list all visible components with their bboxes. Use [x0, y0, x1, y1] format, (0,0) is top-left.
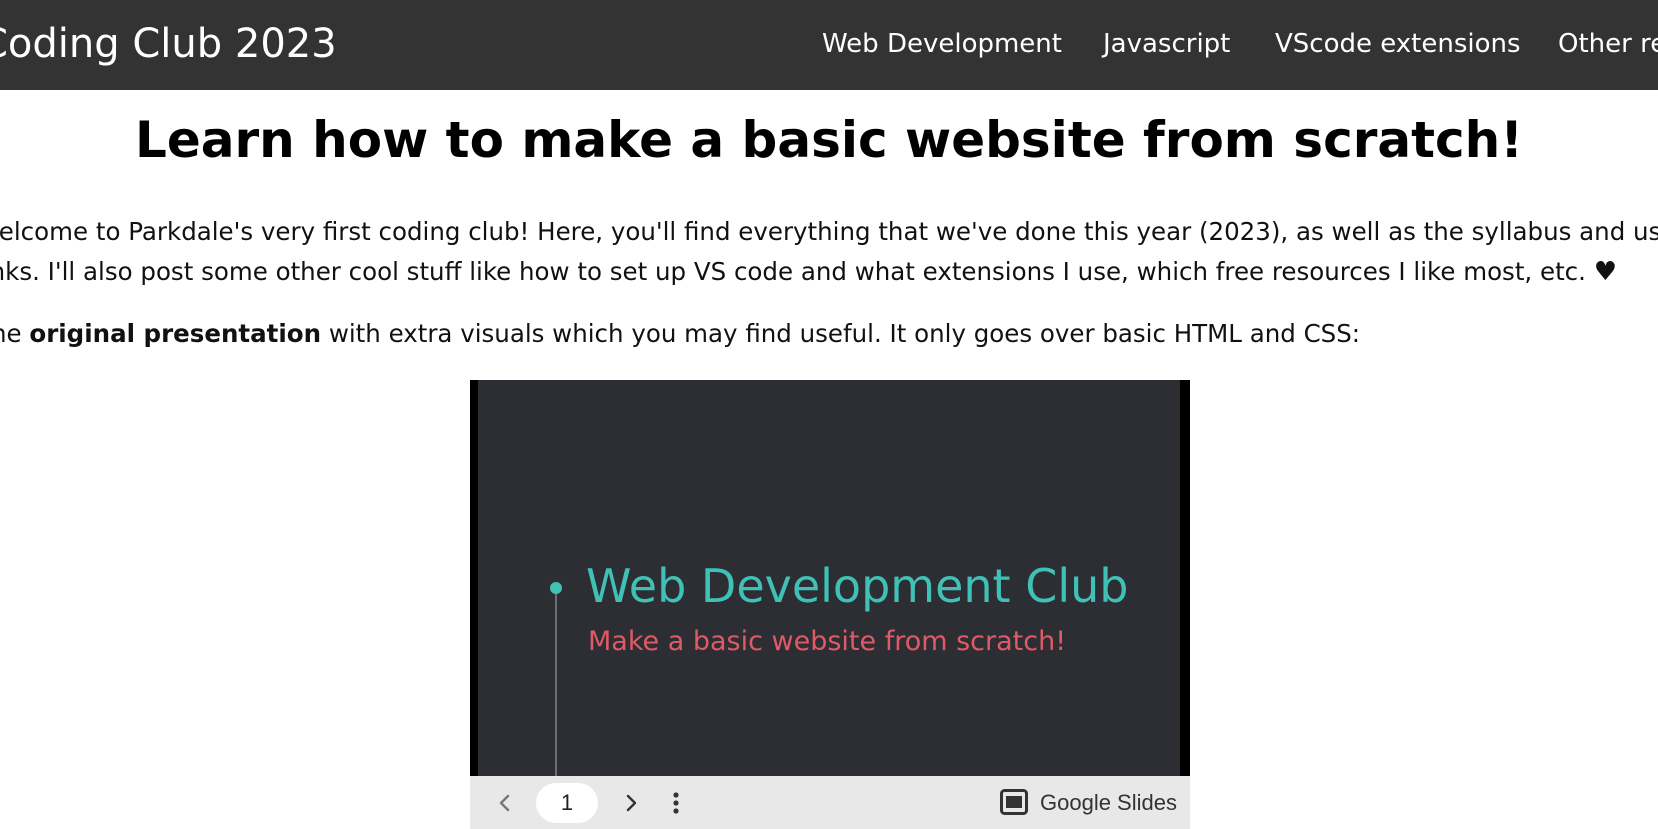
nav-link-vscode-extensions[interactable]: VScode extensions [1275, 26, 1521, 62]
slide-bullet-dot [550, 582, 562, 594]
presentation-bold-text: original presentation [29, 319, 322, 348]
google-slides-embed[interactable]: Web Development Club Make a basic websit… [470, 380, 1190, 829]
google-slides-label[interactable]: Google Slides [1040, 788, 1177, 818]
nav-link-javascript[interactable]: Javascript [1103, 26, 1230, 62]
chevron-right-icon[interactable] [616, 788, 646, 818]
slides-toolbar: 1 Google Slides [470, 776, 1190, 829]
slide-subtitle: Make a basic website from scratch! [588, 626, 1067, 657]
google-slides-icon[interactable] [1000, 789, 1028, 815]
nav-link-web-development[interactable]: Web Development [822, 26, 1062, 62]
slide-vertical-line [555, 594, 557, 776]
page-number-input[interactable]: 1 [536, 783, 598, 823]
nav-link-other-resources[interactable]: Other resources [1558, 26, 1658, 62]
page-title: Learn how to make a basic website from s… [134, 111, 1524, 169]
presentation-prefix: The [0, 319, 22, 348]
intro-line-2-text: links. I'll also post some other cool st… [0, 257, 1586, 286]
presentation-paragraph: The original presentation with extra vis… [0, 314, 1360, 354]
navbar: Coding Club 2023 Web Development Javascr… [0, 0, 1658, 90]
chevron-left-icon[interactable] [490, 788, 520, 818]
heart-icon: ♥ [1593, 257, 1618, 287]
slide-preview[interactable]: Web Development Club Make a basic websit… [478, 380, 1180, 776]
intro-line-1: Welcome to Parkdale's very first coding … [0, 217, 1658, 246]
presentation-suffix: with extra visuals which you may find us… [328, 319, 1361, 348]
intro-paragraph: Welcome to Parkdale's very first coding … [0, 212, 1658, 292]
intro-line-2: links. I'll also post some other cool st… [0, 252, 1658, 292]
slide-title: Web Development Club [586, 559, 1129, 613]
more-vert-icon[interactable] [661, 788, 691, 818]
site-brand[interactable]: Coding Club 2023 [0, 18, 337, 70]
